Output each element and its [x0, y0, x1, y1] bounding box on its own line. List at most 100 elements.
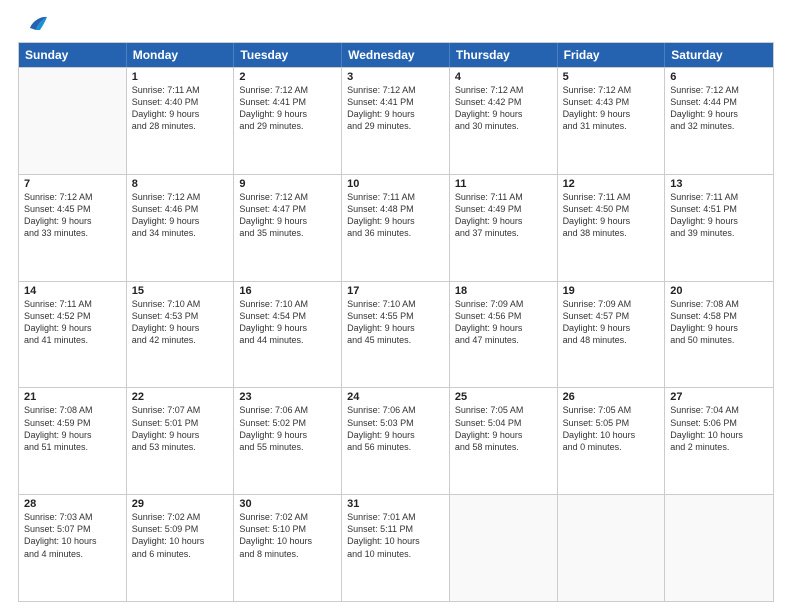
cell-info-line: Daylight: 9 hours	[132, 108, 229, 120]
cell-info-line: Sunrise: 7:05 AM	[455, 404, 552, 416]
cell-info-line: Daylight: 9 hours	[455, 322, 552, 334]
day-number: 8	[132, 178, 229, 190]
cell-info-line: Sunset: 5:09 PM	[132, 523, 229, 535]
day-cell-30: 30Sunrise: 7:02 AMSunset: 5:10 PMDayligh…	[234, 495, 342, 601]
day-cell-13: 13Sunrise: 7:11 AMSunset: 4:51 PMDayligh…	[665, 175, 773, 281]
day-number: 29	[132, 498, 229, 510]
day-number: 4	[455, 71, 552, 83]
cell-info-line: Sunrise: 7:10 AM	[132, 298, 229, 310]
cell-info-line: Sunrise: 7:05 AM	[563, 404, 660, 416]
calendar-row-2: 14Sunrise: 7:11 AMSunset: 4:52 PMDayligh…	[19, 281, 773, 388]
day-cell-11: 11Sunrise: 7:11 AMSunset: 4:49 PMDayligh…	[450, 175, 558, 281]
cell-info-line: Sunrise: 7:11 AM	[455, 191, 552, 203]
cell-info-line: Sunset: 5:05 PM	[563, 417, 660, 429]
cell-info-line: and 6 minutes.	[132, 548, 229, 560]
day-number: 20	[670, 285, 768, 297]
day-cell-2: 2Sunrise: 7:12 AMSunset: 4:41 PMDaylight…	[234, 68, 342, 174]
day-cell-17: 17Sunrise: 7:10 AMSunset: 4:55 PMDayligh…	[342, 282, 450, 388]
cell-info-line: Daylight: 10 hours	[670, 429, 768, 441]
cell-info-line: Sunrise: 7:12 AM	[239, 191, 336, 203]
cell-info-line: Sunrise: 7:09 AM	[455, 298, 552, 310]
calendar-row-4: 28Sunrise: 7:03 AMSunset: 5:07 PMDayligh…	[19, 494, 773, 601]
cell-info-line: and 29 minutes.	[347, 120, 444, 132]
calendar-row-3: 21Sunrise: 7:08 AMSunset: 4:59 PMDayligh…	[19, 387, 773, 494]
cell-info-line: Sunrise: 7:11 AM	[347, 191, 444, 203]
cell-info-line: Sunrise: 7:04 AM	[670, 404, 768, 416]
cell-info-line: Sunrise: 7:09 AM	[563, 298, 660, 310]
cell-info-line: Daylight: 9 hours	[670, 215, 768, 227]
cell-info-line: Sunrise: 7:11 AM	[670, 191, 768, 203]
empty-cell-4-4	[450, 495, 558, 601]
cell-info-line: Sunrise: 7:06 AM	[239, 404, 336, 416]
cell-info-line: Daylight: 9 hours	[455, 429, 552, 441]
day-cell-28: 28Sunrise: 7:03 AMSunset: 5:07 PMDayligh…	[19, 495, 127, 601]
cell-info-line: and 36 minutes.	[347, 227, 444, 239]
logo-bird-icon	[20, 14, 48, 36]
cell-info-line: Daylight: 9 hours	[563, 108, 660, 120]
day-number: 6	[670, 71, 768, 83]
cell-info-line: Daylight: 9 hours	[455, 108, 552, 120]
day-number: 17	[347, 285, 444, 297]
cell-info-line: and 31 minutes.	[563, 120, 660, 132]
cell-info-line: Sunset: 4:42 PM	[455, 96, 552, 108]
cell-info-line: Sunset: 4:49 PM	[455, 203, 552, 215]
day-number: 9	[239, 178, 336, 190]
cell-info-line: Sunset: 4:58 PM	[670, 310, 768, 322]
day-cell-10: 10Sunrise: 7:11 AMSunset: 4:48 PMDayligh…	[342, 175, 450, 281]
empty-cell-0-0	[19, 68, 127, 174]
day-number: 23	[239, 391, 336, 403]
cell-info-line: Daylight: 9 hours	[239, 215, 336, 227]
cell-info-line: Daylight: 10 hours	[347, 535, 444, 547]
cell-info-line: Sunset: 4:54 PM	[239, 310, 336, 322]
day-cell-24: 24Sunrise: 7:06 AMSunset: 5:03 PMDayligh…	[342, 388, 450, 494]
cell-info-line: Sunrise: 7:11 AM	[563, 191, 660, 203]
cell-info-line: Sunrise: 7:01 AM	[347, 511, 444, 523]
cell-info-line: Daylight: 9 hours	[563, 322, 660, 334]
cell-info-line: Sunset: 4:56 PM	[455, 310, 552, 322]
day-number: 3	[347, 71, 444, 83]
cell-info-line: Daylight: 10 hours	[24, 535, 121, 547]
cell-info-line: and 29 minutes.	[239, 120, 336, 132]
header-thursday: Thursday	[450, 43, 558, 67]
cell-info-line: Sunrise: 7:06 AM	[347, 404, 444, 416]
cell-info-line: Daylight: 9 hours	[132, 322, 229, 334]
header-monday: Monday	[127, 43, 235, 67]
day-cell-29: 29Sunrise: 7:02 AMSunset: 5:09 PMDayligh…	[127, 495, 235, 601]
day-cell-15: 15Sunrise: 7:10 AMSunset: 4:53 PMDayligh…	[127, 282, 235, 388]
cell-info-line: Sunset: 4:55 PM	[347, 310, 444, 322]
day-number: 1	[132, 71, 229, 83]
header-sunday: Sunday	[19, 43, 127, 67]
cell-info-line: and 4 minutes.	[24, 548, 121, 560]
day-number: 10	[347, 178, 444, 190]
day-cell-9: 9Sunrise: 7:12 AMSunset: 4:47 PMDaylight…	[234, 175, 342, 281]
cell-info-line: Sunset: 4:51 PM	[670, 203, 768, 215]
cell-info-line: Daylight: 9 hours	[239, 322, 336, 334]
cell-info-line: Sunrise: 7:12 AM	[24, 191, 121, 203]
day-cell-3: 3Sunrise: 7:12 AMSunset: 4:41 PMDaylight…	[342, 68, 450, 174]
cell-info-line: and 51 minutes.	[24, 441, 121, 453]
cell-info-line: and 0 minutes.	[563, 441, 660, 453]
day-number: 31	[347, 498, 444, 510]
cell-info-line: and 56 minutes.	[347, 441, 444, 453]
calendar-body: 1Sunrise: 7:11 AMSunset: 4:40 PMDaylight…	[19, 67, 773, 601]
cell-info-line: and 37 minutes.	[455, 227, 552, 239]
day-number: 19	[563, 285, 660, 297]
cell-info-line: and 33 minutes.	[24, 227, 121, 239]
day-number: 12	[563, 178, 660, 190]
cell-info-line: Sunrise: 7:02 AM	[132, 511, 229, 523]
cell-info-line: and 44 minutes.	[239, 334, 336, 346]
cell-info-line: Sunrise: 7:11 AM	[132, 84, 229, 96]
cell-info-line: Sunrise: 7:08 AM	[24, 404, 121, 416]
cell-info-line: and 55 minutes.	[239, 441, 336, 453]
day-cell-21: 21Sunrise: 7:08 AMSunset: 4:59 PMDayligh…	[19, 388, 127, 494]
day-cell-12: 12Sunrise: 7:11 AMSunset: 4:50 PMDayligh…	[558, 175, 666, 281]
cell-info-line: and 30 minutes.	[455, 120, 552, 132]
cell-info-line: Sunrise: 7:03 AM	[24, 511, 121, 523]
cell-info-line: Daylight: 9 hours	[563, 215, 660, 227]
cell-info-line: Daylight: 9 hours	[24, 215, 121, 227]
cell-info-line: and 42 minutes.	[132, 334, 229, 346]
day-number: 18	[455, 285, 552, 297]
cell-info-line: Daylight: 9 hours	[24, 429, 121, 441]
cell-info-line: Sunrise: 7:12 AM	[239, 84, 336, 96]
cell-info-line: and 45 minutes.	[347, 334, 444, 346]
